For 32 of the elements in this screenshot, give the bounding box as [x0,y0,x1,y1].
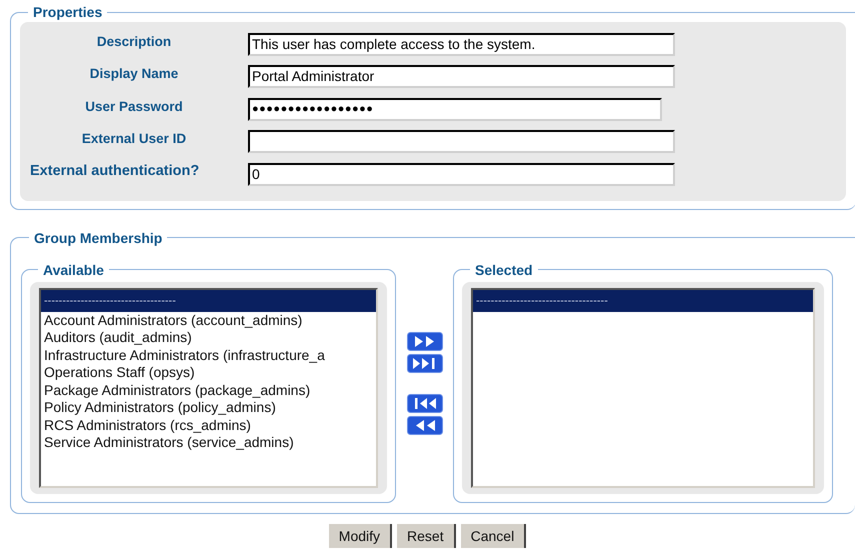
list-item[interactable]: ------------------------------------ [41,290,376,312]
section-title: Properties [32,4,104,20]
section-title: Available [42,262,105,278]
section-title: Group Membership [33,230,164,246]
list-item[interactable]: Infrastructure Administrators (infrastructure_a [41,346,376,364]
list-item[interactable]: ------------------------------------ [473,290,813,312]
list-item[interactable]: Policy Administrators (policy_admins) [41,399,376,416]
list-item[interactable]: Service Administrators (service_admins) [41,434,376,452]
password-field[interactable]: ●●●●●●●●●●●●●●●●● [248,98,662,121]
field-label: External authentication? [30,163,200,180]
reset-button[interactable]: Reset [397,524,456,548]
list-item[interactable]: Operations Staff (opsys) [41,364,376,382]
field-label: User Password [84,98,184,114]
section-title: Selected [474,262,534,278]
input-field[interactable] [248,130,675,154]
field-label: Display Name [88,66,180,82]
selected-list[interactable]: ------------------------------------ [471,288,815,488]
input-field[interactable]: This user has complete access to the system. [248,32,675,56]
add-icon[interactable] [407,332,443,350]
modify-button[interactable]: Modify [328,524,392,548]
cancel-button[interactable]: Cancel [460,524,526,548]
list-item[interactable]: Account Administrators (account_admins) [41,312,376,329]
field-label: Description [96,34,172,49]
input-field[interactable]: 0 [248,162,675,186]
remove-all-icon[interactable] [407,394,443,412]
field-label: External User ID [80,131,188,146]
list-item[interactable]: RCS Administrators (rcs_admins) [41,416,376,434]
add-all-icon[interactable] [407,354,443,372]
remove-icon[interactable] [407,416,443,434]
list-item[interactable]: Package Administrators (package_admins) [41,382,376,399]
list-item[interactable]: Auditors (audit_admins) [41,329,376,346]
input-field[interactable]: Portal Administrator [248,65,675,88]
